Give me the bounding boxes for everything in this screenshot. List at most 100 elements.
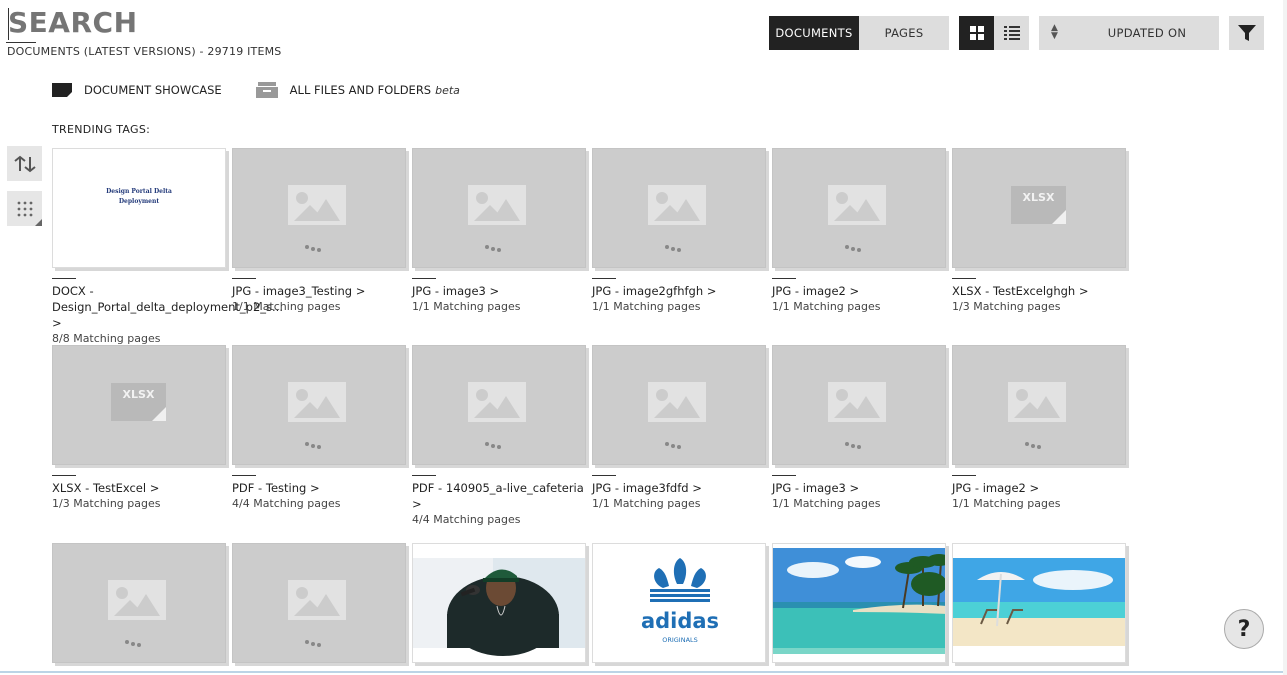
document-thumbnail[interactable] bbox=[952, 345, 1126, 465]
tile-title[interactable]: PDF - Testing > bbox=[232, 480, 406, 496]
document-tile[interactable]: PDF - 140905_a-live_cafeteria > 4/4 Match… bbox=[412, 345, 586, 528]
docx-preview-line: Design Portal Delta bbox=[106, 188, 172, 195]
document-tile[interactable]: JPG - image3 > 1/1 Matching pages bbox=[412, 148, 586, 315]
matching-pages: 1/1 Matching pages bbox=[412, 300, 521, 313]
file-type: XLSX bbox=[952, 284, 982, 298]
tile-title[interactable]: XLSX - TestExcelghgh > bbox=[952, 283, 1126, 299]
all-files-link[interactable]: ALL FILES AND FOLDERS beta bbox=[255, 82, 460, 98]
document-thumbnail[interactable] bbox=[232, 345, 406, 465]
matching-pages: 4/4 Matching pages bbox=[412, 513, 521, 526]
loading-dots bbox=[305, 431, 323, 450]
file-name: image2gfhfgh bbox=[622, 284, 704, 298]
document-tile[interactable]: XLSX XLSX - TestExcel > 1/3 Matching pag… bbox=[52, 345, 226, 512]
tile-title[interactable]: JPG - image2gfhfgh > bbox=[592, 283, 766, 299]
tile-title[interactable]: JPG - image3_Testing > bbox=[232, 283, 406, 299]
document-thumbnail[interactable] bbox=[772, 345, 946, 465]
loading-dots bbox=[665, 431, 683, 450]
tile-divider bbox=[592, 278, 616, 279]
grid-view-button[interactable] bbox=[959, 16, 994, 50]
matching-pages: 1/1 Matching pages bbox=[952, 497, 1061, 510]
tile-divider bbox=[772, 475, 796, 476]
tile-divider bbox=[772, 278, 796, 279]
document-thumbnail[interactable] bbox=[52, 543, 226, 663]
xlsx-file-icon: XLSX bbox=[111, 383, 166, 421]
tile-divider bbox=[412, 278, 436, 279]
document-thumbnail[interactable] bbox=[412, 345, 586, 465]
file-type: JPG bbox=[772, 481, 792, 495]
document-tile[interactable]: XLSX XLSX - TestExcelghgh > 1/3 Matching… bbox=[952, 148, 1126, 315]
image-placeholder-icon bbox=[648, 185, 706, 225]
apps-button[interactable] bbox=[7, 191, 42, 226]
document-tile[interactable]: PDF - Testing > 4/4 Matching pages bbox=[232, 345, 406, 512]
document-tile[interactable] bbox=[232, 543, 406, 663]
file-type: JPG bbox=[592, 284, 612, 298]
search-area bbox=[6, 4, 296, 43]
tile-divider bbox=[52, 278, 76, 279]
search-input[interactable] bbox=[6, 4, 286, 40]
document-tile[interactable]: JPG - image3fdfd > 1/1 Matching pages bbox=[592, 345, 766, 512]
loading-dots bbox=[305, 629, 323, 648]
tab-documents[interactable]: DOCUMENTS bbox=[769, 16, 859, 50]
document-thumbnail[interactable]: XLSX bbox=[952, 148, 1126, 268]
tile-title[interactable]: PDF - 140905_a-live_cafeteria > bbox=[412, 480, 586, 512]
trending-tags-label: TRENDING TAGS: bbox=[52, 123, 151, 136]
matching-pages: 1/3 Matching pages bbox=[52, 497, 161, 510]
document-tile[interactable]: JPG - image2 > 1/1 Matching pages bbox=[952, 345, 1126, 512]
tile-title[interactable]: DOCX - Design_Portal_delta_deployment_p2… bbox=[52, 283, 283, 331]
document-tile[interactable] bbox=[772, 543, 946, 663]
file-name: Testing bbox=[265, 481, 307, 495]
tab-pages[interactable]: PAGES bbox=[859, 16, 949, 50]
image-placeholder-icon bbox=[288, 580, 346, 620]
document-tile[interactable]: adidas ORIGINALS bbox=[592, 543, 766, 663]
document-tile[interactable]: JPG - image3 > 1/1 Matching pages bbox=[772, 345, 946, 512]
help-button[interactable]: ? bbox=[1224, 609, 1264, 649]
sort-arrows-icon: ▲ ▼ bbox=[1051, 23, 1059, 41]
document-tile[interactable] bbox=[952, 543, 1126, 663]
document-thumbnail[interactable] bbox=[772, 148, 946, 268]
loading-dots bbox=[665, 234, 683, 253]
image-placeholder-icon bbox=[1008, 382, 1066, 422]
document-thumbnail[interactable]: Design Portal Delta Deployment bbox=[52, 148, 226, 268]
document-showcase-link[interactable]: DOCUMENT SHOWCASE bbox=[52, 83, 222, 97]
file-name: image3 bbox=[442, 284, 486, 298]
filter-button[interactable] bbox=[1229, 16, 1264, 50]
document-thumbnail[interactable] bbox=[232, 148, 406, 268]
document-thumbnail[interactable]: XLSX bbox=[52, 345, 226, 465]
loading-dots bbox=[845, 234, 863, 253]
file-name: image3_Testing bbox=[262, 284, 353, 298]
document-tile[interactable]: JPG - image3_Testing > 1/1 Matching page… bbox=[232, 148, 406, 315]
grid-view-icon bbox=[969, 26, 984, 40]
tile-title[interactable]: JPG - image2 > bbox=[952, 480, 1126, 496]
document-tile[interactable]: JPG - image2 > 1/1 Matching pages bbox=[772, 148, 946, 315]
sort-toggle-button[interactable] bbox=[7, 146, 42, 181]
file-type: XLSX bbox=[52, 481, 82, 495]
document-thumbnail[interactable] bbox=[412, 148, 586, 268]
loading-dots bbox=[845, 431, 863, 450]
document-thumbnail[interactable] bbox=[592, 148, 766, 268]
loading-dots bbox=[125, 629, 143, 648]
singer-photo bbox=[413, 544, 585, 662]
document-count: DOCUMENTS (LATEST VERSIONS) - 29719 ITEM… bbox=[7, 45, 282, 58]
document-thumbnail[interactable] bbox=[952, 543, 1126, 663]
scrollbar[interactable] bbox=[1283, 0, 1287, 675]
document-thumbnail[interactable]: adidas ORIGINALS bbox=[592, 543, 766, 663]
file-type: JPG bbox=[592, 481, 612, 495]
tile-title[interactable]: JPG - image3 > bbox=[772, 480, 946, 496]
document-thumbnail[interactable] bbox=[232, 543, 406, 663]
tile-title[interactable]: XLSX - TestExcel > bbox=[52, 480, 226, 496]
tile-divider bbox=[412, 475, 436, 476]
tile-title[interactable]: JPG - image3fdfd > bbox=[592, 480, 766, 496]
document-thumbnail[interactable] bbox=[772, 543, 946, 663]
document-tile[interactable] bbox=[412, 543, 586, 663]
list-view-button[interactable] bbox=[994, 16, 1029, 50]
document-tile[interactable]: Design Portal Delta Deployment DOCX - Des… bbox=[52, 148, 283, 347]
tile-title[interactable]: JPG - image2 > bbox=[772, 283, 946, 299]
sort-dropdown[interactable]: ▲ ▼ UPDATED ON bbox=[1039, 16, 1219, 50]
document-thumbnail[interactable] bbox=[412, 543, 586, 663]
tile-divider bbox=[952, 475, 976, 476]
document-tile[interactable] bbox=[52, 543, 226, 663]
document-thumbnail[interactable] bbox=[592, 345, 766, 465]
document-tile[interactable]: JPG - image2gfhfgh > 1/1 Matching pages bbox=[592, 148, 766, 315]
tile-title[interactable]: JPG - image3 > bbox=[412, 283, 586, 299]
file-name: image2 bbox=[982, 481, 1026, 495]
